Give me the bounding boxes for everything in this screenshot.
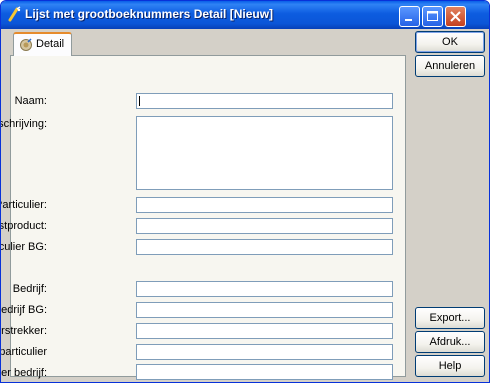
subsidieverstrekker-field[interactable] [136, 323, 393, 339]
maximize-button[interactable] [422, 6, 443, 27]
particulier-field[interactable] [136, 197, 393, 213]
maximize-icon [427, 11, 438, 21]
minimize-icon [405, 19, 412, 21]
naam-label: Naam: [14, 95, 47, 107]
close-icon [450, 11, 461, 22]
gastouder-bedrijf-label: Gastouder bedrijf: [1, 367, 47, 379]
window-title: Lijst met grootboeknummers Detail [Nieuw… [25, 7, 274, 21]
minimize-button[interactable] [399, 6, 420, 27]
bedrijf-label: Bedrijf: [12, 283, 47, 295]
bedrijf-bg-field[interactable] [136, 302, 393, 318]
close-button[interactable] [445, 6, 466, 27]
vastproduct-field[interactable] [136, 218, 393, 234]
particulier-bg-field[interactable] [136, 239, 393, 255]
title-bar[interactable]: Lijst met grootboeknummers Detail [Nieuw… [1, 1, 489, 29]
tab-detail[interactable]: Detail [13, 32, 72, 56]
omschrijving-textarea[interactable] [136, 116, 393, 190]
bedrijf-bg-label: Bedrijf BG: [1, 304, 47, 316]
ok-button[interactable]: OK [415, 31, 485, 53]
vastproduct-label: Vastproduct: [1, 220, 47, 232]
help-button[interactable]: Help [415, 355, 485, 377]
particulier-bg-label: Particulier BG: [0, 241, 47, 253]
tab-detail-label: Detail [36, 38, 65, 50]
text-cursor [139, 96, 140, 106]
detail-tab-panel: Naam: Omschrijving: Particulier: Vastpro… [1, 55, 406, 380]
annuleren-button[interactable]: Annuleren [415, 55, 485, 77]
detail-tab-icon [19, 38, 33, 52]
particulier-label: Particulier: [0, 199, 47, 211]
subsidieverstrekker-label: Subsidieverstrekker: [1, 325, 47, 337]
export-button[interactable]: Export... [415, 307, 485, 329]
gastouder-particulier-label: Gastouder particulier [0, 346, 47, 358]
afdruk-button[interactable]: Afdruk... [415, 331, 485, 353]
app-icon [7, 6, 23, 22]
omschrijving-label: Omschrijving: [1, 118, 47, 130]
bedrijf-field[interactable] [136, 281, 393, 297]
dialog-window: Lijst met grootboeknummers Detail [Nieuw… [0, 0, 490, 383]
dialog-client: Detail Naam: Omschrijving: Particulier: … [1, 29, 486, 380]
naam-field[interactable] [136, 93, 393, 109]
gastouder-particulier-field[interactable] [136, 344, 393, 360]
gastouder-bedrijf-field[interactable] [136, 364, 393, 380]
